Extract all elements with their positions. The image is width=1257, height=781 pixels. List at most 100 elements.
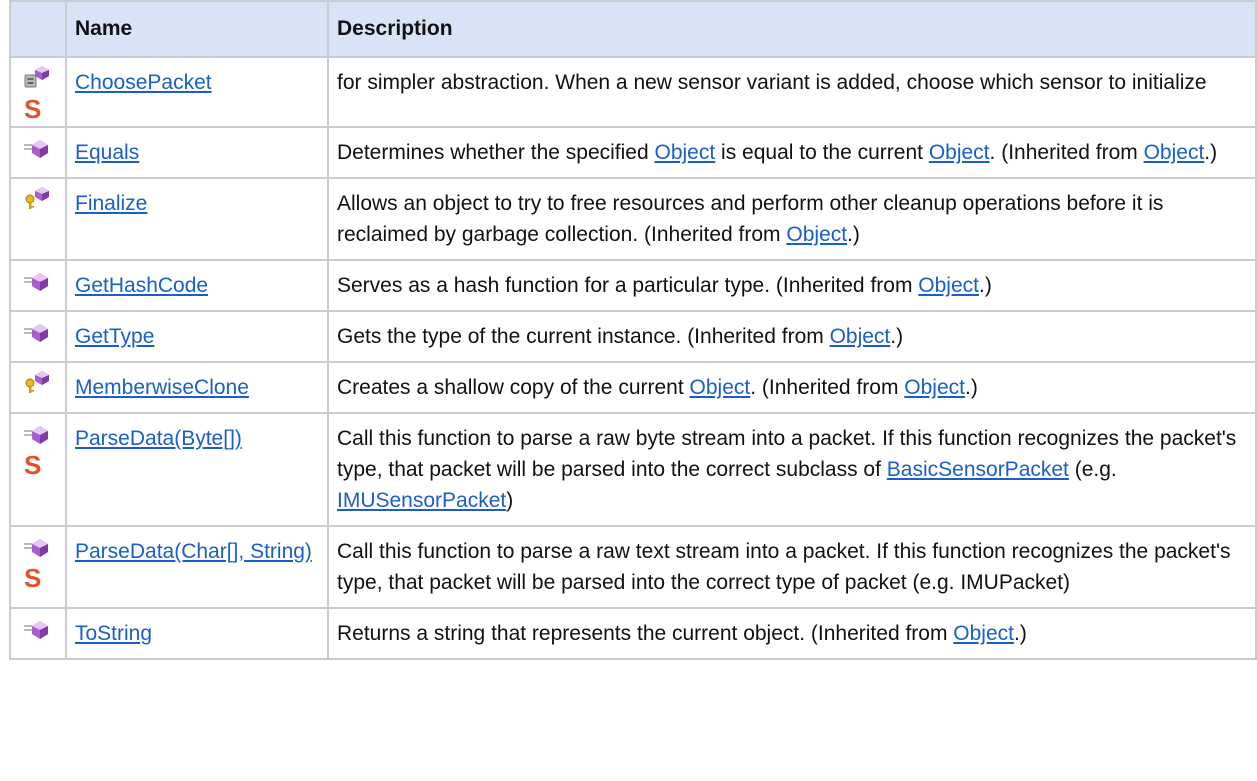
- member-icon-stack: [21, 318, 65, 344]
- description-text: for simpler abstraction. When a new sens…: [337, 71, 1207, 94]
- member-name-cell: ParseData(Byte[]): [65, 412, 329, 527]
- member-icon-stack: [21, 369, 65, 395]
- member-description-cell: for simpler abstraction. When a new sens…: [327, 56, 1257, 128]
- member-description-cell: Serves as a hash function for a particul…: [327, 259, 1257, 312]
- table-row: GetHashCode Serves as a hash function for…: [9, 259, 1257, 312]
- description-column-header: Description: [327, 0, 1257, 58]
- header-row: Name Description: [9, 0, 1257, 58]
- member-icon-stack: S: [21, 64, 65, 122]
- description-text: .): [964, 376, 978, 399]
- description-text: Determines whether the specified: [337, 141, 655, 164]
- member-name-link[interactable]: Finalize: [75, 192, 147, 215]
- type-link[interactable]: Object: [918, 274, 979, 297]
- member-icon-cell: [9, 607, 67, 660]
- description-text: Call this function to parse a raw text s…: [337, 540, 1231, 594]
- table-row: ToString Returns a string that represents…: [9, 607, 1257, 660]
- table-row: S ChoosePacket for simpler abstraction. Wh…: [9, 56, 1257, 128]
- member-name-link[interactable]: GetHashCode: [75, 274, 208, 297]
- member-name-link[interactable]: Equals: [75, 141, 139, 164]
- member-name-link[interactable]: GetType: [75, 325, 154, 348]
- member-icon-cell: [9, 361, 67, 414]
- description-text: Gets the type of the current instance. (…: [337, 325, 830, 348]
- type-link[interactable]: IMUSensorPacket: [337, 489, 506, 512]
- member-icon-stack: [21, 185, 65, 211]
- table-row: MemberwiseClone Creates a shallow copy of…: [9, 361, 1257, 414]
- public-method-icon: [21, 533, 53, 559]
- static-icon: S: [21, 452, 53, 478]
- icon-column-header: [9, 0, 67, 58]
- public-method-icon: [21, 420, 53, 446]
- description-text: .): [847, 223, 860, 246]
- member-name-cell: Equals: [65, 126, 329, 179]
- description-text: .): [1014, 622, 1027, 645]
- member-description-cell: Call this function to parse a raw byte s…: [327, 412, 1257, 527]
- member-name-cell: GetHashCode: [65, 259, 329, 312]
- description-text: Serves as a hash function for a particul…: [337, 274, 919, 297]
- table-body: S ChoosePacket for simpler abstraction. Wh…: [9, 56, 1257, 660]
- description-text: ): [506, 489, 514, 512]
- protected-method-icon: [21, 369, 53, 395]
- member-icon-cell: [9, 259, 67, 312]
- description-text: .): [890, 325, 904, 348]
- type-link[interactable]: Object: [1144, 141, 1205, 164]
- type-link[interactable]: Object: [690, 376, 751, 399]
- table-row: GetType Gets the type of the current inst…: [9, 310, 1257, 363]
- member-name-cell: ParseData(Char[], String): [65, 525, 329, 609]
- members-table: Name Description S ChoosePacket for simple…: [9, 0, 1257, 660]
- table-row: Equals Determines whether the specified O…: [9, 126, 1257, 179]
- protected-method-icon: [21, 185, 53, 211]
- static-icon: S: [21, 565, 53, 591]
- member-description-cell: Gets the type of the current instance. (…: [327, 310, 1257, 363]
- svg-text:S: S: [24, 96, 41, 122]
- public-method-icon: [21, 615, 53, 641]
- member-name-link[interactable]: ParseData(Char[], String): [75, 540, 312, 563]
- table-row: Finalize Allows an object to try to free …: [9, 177, 1257, 261]
- member-name-link[interactable]: ChoosePacket: [75, 71, 212, 94]
- public-method-icon: [21, 318, 53, 344]
- member-icon-cell: S: [9, 56, 67, 128]
- public-method-icon: [21, 267, 53, 293]
- member-name-cell: ChoosePacket: [65, 56, 329, 128]
- member-name-cell: MemberwiseClone: [65, 361, 329, 414]
- member-icon-stack: S: [21, 533, 65, 591]
- description-text: Allows an object to try to free resource…: [337, 192, 1164, 246]
- type-link[interactable]: Object: [929, 141, 990, 164]
- member-name-link[interactable]: MemberwiseClone: [75, 376, 249, 399]
- description-text: .): [979, 274, 992, 297]
- member-name-cell: Finalize: [65, 177, 329, 261]
- member-icon-cell: [9, 177, 67, 261]
- description-text: . (Inherited from: [750, 376, 905, 399]
- member-icon-cell: S: [9, 525, 67, 609]
- table-header: Name Description: [9, 0, 1257, 58]
- method-icon: [21, 64, 53, 90]
- member-name-link[interactable]: ParseData(Byte[]): [75, 427, 242, 450]
- member-name-link[interactable]: ToString: [75, 622, 152, 645]
- type-link[interactable]: Object: [953, 622, 1014, 645]
- member-icon-cell: [9, 126, 67, 179]
- member-icon-cell: [9, 310, 67, 363]
- type-link[interactable]: BasicSensorPacket: [887, 458, 1069, 481]
- member-icon-stack: S: [21, 420, 65, 478]
- description-text: (e.g.: [1068, 458, 1117, 481]
- member-icon-stack: [21, 267, 65, 293]
- member-name-cell: ToString: [65, 607, 329, 660]
- member-name-cell: GetType: [65, 310, 329, 363]
- type-link[interactable]: Object: [786, 223, 847, 246]
- type-link[interactable]: Object: [655, 141, 716, 164]
- type-link[interactable]: Object: [830, 325, 891, 348]
- member-description-cell: Returns a string that represents the cur…: [327, 607, 1257, 660]
- static-icon: S: [21, 96, 53, 122]
- member-description-cell: Call this function to parse a raw text s…: [327, 525, 1257, 609]
- member-description-cell: Determines whether the specified Object …: [327, 126, 1257, 179]
- type-link[interactable]: Object: [904, 376, 965, 399]
- description-text: . (Inherited from: [989, 141, 1144, 164]
- description-text: .): [1204, 141, 1218, 164]
- svg-text:S: S: [24, 565, 41, 591]
- svg-text:S: S: [24, 452, 41, 478]
- public-method-icon: [21, 134, 53, 160]
- name-column-header: Name: [65, 0, 329, 58]
- description-text: is equal to the current: [715, 141, 929, 164]
- member-icon-stack: [21, 615, 65, 641]
- table-row: S ParseData(Byte[]) Call this function to …: [9, 412, 1257, 527]
- member-icon-stack: [21, 134, 65, 160]
